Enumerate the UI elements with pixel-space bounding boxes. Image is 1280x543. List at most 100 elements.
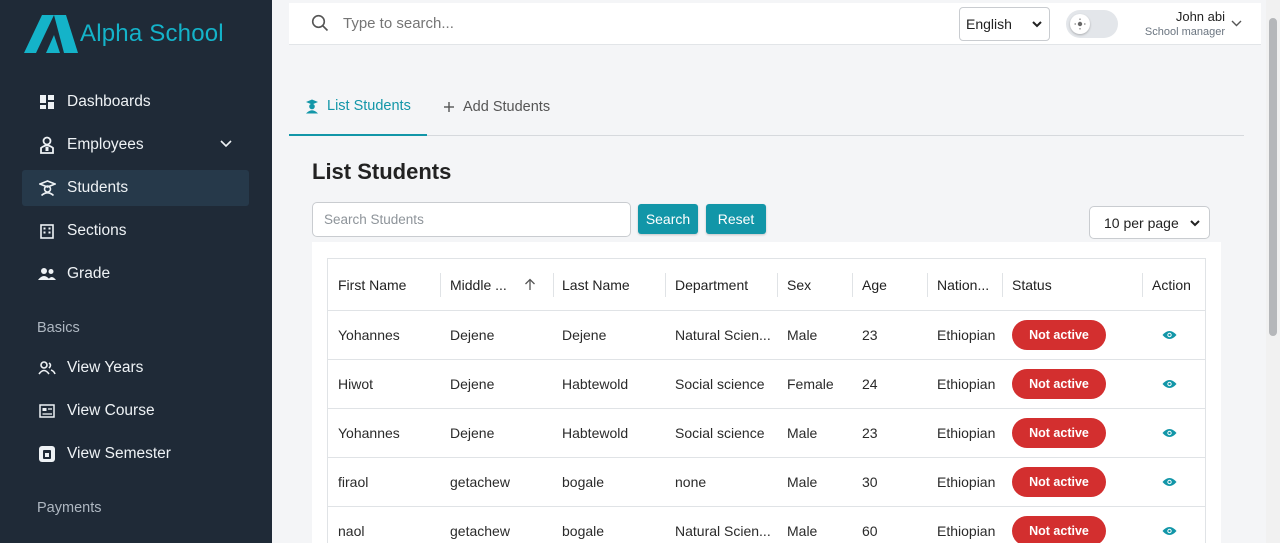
course-icon xyxy=(38,402,56,420)
cell-age: 23 xyxy=(862,327,878,343)
cell-middle-name: getachew xyxy=(450,474,510,490)
column-header-department[interactable]: Department xyxy=(675,259,775,310)
search-button[interactable]: Search xyxy=(638,204,698,234)
cell-first-name: naol xyxy=(338,523,365,539)
column-header-middle-name[interactable]: Middle ... xyxy=(450,259,520,310)
cell-nationality: Ethiopian xyxy=(937,425,996,441)
cell-action xyxy=(1138,409,1200,457)
column-header-action: Action xyxy=(1152,276,1191,293)
column-header-nationality[interactable]: Nation... xyxy=(937,259,999,310)
cell-nationality: Ethiopian xyxy=(937,327,996,343)
sidebar-item-dashboards[interactable]: Dashboards xyxy=(22,84,249,120)
table-row[interactable]: firaol getachew bogale none Male 30 Ethi… xyxy=(328,458,1205,507)
table-header-row: First Name Middle ... Last Name Departme… xyxy=(328,259,1205,311)
column-divider xyxy=(1002,273,1003,297)
table-row[interactable]: naol getachew bogale Natural Scien... Ma… xyxy=(328,507,1205,543)
language-select[interactable]: English xyxy=(959,7,1050,41)
cell-sex: Female xyxy=(787,376,834,392)
cell-age: 23 xyxy=(862,425,878,441)
table-row[interactable]: Yohannes Dejene Habtewold Social science… xyxy=(328,409,1205,458)
cell-first-name: Yohannes xyxy=(338,327,400,343)
table-row[interactable]: Hiwot Dejene Habtewold Social science Fe… xyxy=(328,360,1205,409)
cell-action xyxy=(1138,360,1200,408)
cell-nationality: Ethiopian xyxy=(937,474,996,490)
user-menu[interactable]: John abi School manager xyxy=(1139,9,1225,38)
cell-last-name: Habtewold xyxy=(562,425,629,441)
dashboard-icon xyxy=(38,93,56,111)
cell-action xyxy=(1138,458,1200,506)
cell-department: none xyxy=(675,474,707,490)
tab-add-students[interactable]: Add Students xyxy=(443,78,550,135)
sidebar-item-grade[interactable]: Grade xyxy=(22,256,249,292)
view-eye-icon[interactable] xyxy=(1138,477,1200,487)
plus-icon xyxy=(443,101,455,113)
cell-middle-name: Dejene xyxy=(450,376,495,392)
sidebar-item-label: Students xyxy=(67,179,129,196)
scrollbar-thumb[interactable] xyxy=(1269,18,1277,336)
employee-icon xyxy=(38,136,56,154)
status-badge: Not active xyxy=(1012,418,1106,448)
page-scrollbar[interactable] xyxy=(1266,0,1280,543)
cell-sex: Male xyxy=(787,523,818,539)
column-header-sex[interactable]: Sex xyxy=(787,259,847,310)
sidebar-item-sections[interactable]: Sections xyxy=(22,213,249,249)
cell-status: Not active xyxy=(1012,409,1122,457)
cell-sex: Male xyxy=(787,425,818,441)
sidebar-item-view-years[interactable]: View Years xyxy=(22,350,249,386)
cell-sex: Male xyxy=(787,327,818,343)
user-name: John abi xyxy=(1175,9,1225,24)
column-header-age[interactable]: Age xyxy=(862,259,922,310)
column-header-first-name[interactable]: First Name xyxy=(338,259,438,310)
view-eye-icon[interactable] xyxy=(1138,526,1200,536)
theme-toggle[interactable] xyxy=(1066,10,1118,38)
view-eye-icon[interactable] xyxy=(1138,379,1200,389)
cell-status: Not active xyxy=(1012,311,1122,359)
app-logo[interactable]: Alpha School xyxy=(24,14,224,54)
sort-arrow-up-icon[interactable] xyxy=(524,259,538,310)
global-search[interactable] xyxy=(311,14,643,32)
tabs: List Students Add Students xyxy=(289,78,1244,136)
table-row[interactable]: Yohannes Dejene Dejene Natural Scien... … xyxy=(328,311,1205,360)
cell-action xyxy=(1138,507,1200,543)
sidebar-item-label: View Years xyxy=(67,359,144,376)
user-role: School manager xyxy=(1144,26,1225,38)
sidebar-item-students[interactable]: Students xyxy=(22,170,249,206)
column-header-last-name[interactable]: Last Name xyxy=(562,259,662,310)
sun-icon xyxy=(1070,14,1090,34)
per-page-select[interactable]: 10 per page xyxy=(1089,206,1210,239)
search-placeholder: Search Students xyxy=(324,212,424,227)
cell-status: Not active xyxy=(1012,458,1122,506)
cell-nationality: Ethiopian xyxy=(937,523,996,539)
cell-middle-name: Dejene xyxy=(450,327,495,343)
cell-department: Social science xyxy=(675,376,765,392)
column-header-status[interactable]: Status xyxy=(1012,259,1092,310)
status-badge: Not active xyxy=(1012,369,1106,399)
tab-list-students[interactable]: List Students xyxy=(289,78,427,136)
cell-age: 24 xyxy=(862,376,878,392)
sidebar-item-employees[interactable]: Employees xyxy=(22,127,249,163)
chevron-down-icon[interactable] xyxy=(219,137,233,156)
cell-last-name: bogale xyxy=(562,523,605,539)
global-search-input[interactable] xyxy=(343,14,643,32)
chevron-down-icon[interactable] xyxy=(1230,17,1243,35)
view-eye-icon[interactable] xyxy=(1138,330,1200,340)
cell-sex: Male xyxy=(787,474,818,490)
students-table: First Name Middle ... Last Name Departme… xyxy=(327,258,1206,543)
status-badge: Not active xyxy=(1012,516,1106,543)
cell-status: Not active xyxy=(1012,360,1122,408)
tab-label: Add Students xyxy=(463,98,551,115)
sidebar: Alpha School Dashboards Employees Studen… xyxy=(0,0,272,543)
view-eye-icon[interactable] xyxy=(1138,428,1200,438)
student-search-input[interactable]: Search Students xyxy=(312,202,631,237)
column-divider xyxy=(852,273,853,297)
sidebar-item-view-semester[interactable]: View Semester xyxy=(22,436,249,472)
reset-button[interactable]: Reset xyxy=(706,204,766,234)
chevron-down-icon xyxy=(1032,21,1042,28)
column-divider xyxy=(665,273,666,297)
search-icon xyxy=(311,14,329,32)
column-divider xyxy=(440,273,441,297)
sidebar-item-view-course[interactable]: View Course xyxy=(22,393,249,429)
cell-first-name: Hiwot xyxy=(338,376,374,392)
cell-age: 60 xyxy=(862,523,878,539)
cell-middle-name: Dejene xyxy=(450,425,495,441)
